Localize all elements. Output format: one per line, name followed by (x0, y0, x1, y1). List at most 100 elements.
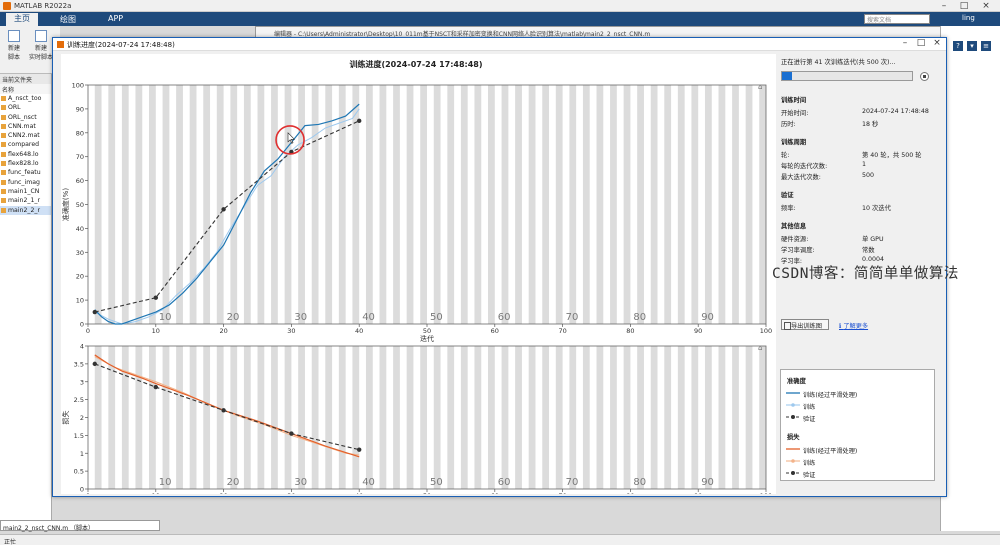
epoch-stripe (108, 85, 116, 324)
validation-line (94, 363, 360, 451)
x-tick-label: 20 (219, 327, 227, 335)
help-icon[interactable]: ? (953, 41, 963, 51)
epoch-stripe (555, 346, 563, 489)
epoch-stripe (664, 85, 672, 324)
new-script-button[interactable]: 新建 脚本 (1, 28, 27, 61)
epoch-stripe (474, 346, 482, 489)
new-live-script-label: 新建 实时脚本 (28, 45, 53, 61)
epoch-stripe (135, 346, 143, 489)
tab-plots[interactable]: 绘图 (52, 14, 84, 25)
epoch-stripe (488, 346, 495, 489)
user-name[interactable]: ling (962, 14, 975, 22)
epoch-label: 40 (362, 477, 375, 488)
y-tick-label: 4 (80, 343, 84, 351)
file-name: flex828.lo (8, 160, 39, 168)
file-name: func_imag (8, 178, 40, 186)
epoch-stripe (271, 85, 278, 324)
progress-text: 正在进行第 41 次训练迭代(共 500 次)... (781, 59, 896, 66)
epoch-stripe (379, 85, 387, 324)
window-close-icon[interactable]: × (930, 38, 944, 48)
epoch-stripe (420, 85, 427, 324)
x-tick-label: 70 (558, 327, 566, 335)
x-tick-label: 50 (423, 327, 431, 335)
new-live-script-button[interactable]: 新建 实时脚本 (28, 28, 54, 61)
file-list-item[interactable]: func_imag (0, 178, 51, 187)
elapsed-label: 历时: (781, 121, 796, 128)
start-time-label: 开始时间: (781, 110, 809, 117)
epoch-stripe (257, 346, 265, 489)
file-list-item[interactable]: flex648.lo (0, 150, 51, 159)
x-tick-label: 0 (86, 327, 90, 335)
iter-per-epoch-label: 每轮的迭代次数: (781, 163, 828, 170)
file-list-item[interactable]: compared (0, 140, 51, 149)
tab-apps[interactable]: APP (100, 14, 131, 23)
search-docs-input[interactable]: 搜索文档 (864, 14, 930, 24)
new-script-icon (8, 30, 20, 42)
epoch-value: 第 40 轮，共 500 轮 (862, 152, 922, 159)
epoch-stripe (610, 346, 617, 489)
epoch-stripe (542, 346, 550, 489)
expand-icon[interactable]: ▾ (967, 41, 977, 51)
lr-schedule-label: 学习率调度: (781, 247, 815, 254)
file-list-item[interactable]: main2_2_r (0, 205, 51, 215)
y-tick-label: 70 (76, 153, 84, 161)
file-list-item[interactable]: CNN2.mat (0, 131, 51, 140)
epoch-stripe (488, 85, 495, 324)
epoch-stripe (528, 346, 536, 489)
window-maximize-icon[interactable]: □ (914, 38, 928, 48)
toolstrip: 新建 脚本 新建 实时脚本 (0, 26, 60, 74)
max-iter-label: 最大迭代次数: (781, 174, 821, 181)
x-tick-label: 40 (355, 492, 363, 494)
tab-home[interactable]: 主页 (6, 13, 38, 26)
epoch-stripe (162, 346, 170, 489)
file-name: main2_1_r (8, 197, 41, 205)
epoch-stripe (569, 85, 577, 324)
epoch-stripe (596, 85, 604, 324)
file-list-item[interactable]: ORL (0, 103, 51, 112)
epoch-stripe (257, 85, 265, 324)
epoch-stripe (406, 346, 414, 489)
file-list-item[interactable]: ORL_nsct (0, 113, 51, 122)
training-charts-area: 训练进度(2024-07-24 17:48:48) 0 10 20 30 40 50 60 70… (61, 54, 776, 494)
hardware-value: 单 GPU (862, 236, 884, 243)
epoch-label: 90 (701, 477, 714, 488)
epoch-label: 20 (227, 312, 240, 323)
epoch-stripe (149, 346, 156, 489)
y-axis-label: 损失 (61, 411, 70, 425)
export-plot-button[interactable]: 导出训练图 (781, 319, 829, 330)
time-header: 训练时间 (781, 97, 807, 104)
file-list-item[interactable]: CNN.mat (0, 122, 51, 131)
y-tick-label: 20 (76, 273, 84, 281)
file-name: func_featu (8, 169, 41, 177)
epoch-stripe (216, 85, 224, 324)
y-tick-label: 1 (80, 450, 84, 458)
file-list-item[interactable]: main1_CN (0, 187, 51, 196)
stop-training-button[interactable] (920, 72, 929, 81)
file-list-item[interactable]: A_nsct_too (0, 94, 51, 103)
maximize-icon[interactable]: □ (956, 1, 972, 11)
window-minimize-icon[interactable]: – (898, 38, 912, 48)
close-icon[interactable]: × (978, 1, 994, 11)
x-tick-label: 10 (152, 492, 160, 494)
learn-more-link[interactable]: 了解更多 (839, 321, 868, 330)
epoch-stripe (379, 346, 387, 489)
file-name: A_nsct_too (8, 95, 42, 102)
training-progress-bar (781, 71, 913, 81)
epoch-stripe (501, 85, 509, 324)
name-column-header[interactable]: 名称 (0, 84, 51, 94)
training-plots: 训练进度(2024-07-24 17:48:48)010203040506070… (61, 59, 772, 494)
epoch-stripe (298, 346, 305, 489)
settings-icon[interactable]: ≡ (981, 41, 991, 51)
file-list-item[interactable]: main2_1_r (0, 196, 51, 205)
train-smoothed-line (94, 103, 360, 325)
file-name: CNN.mat (8, 122, 36, 130)
file-list-item[interactable]: func_featu (0, 168, 51, 177)
minimize-icon[interactable]: – (936, 1, 952, 11)
epoch-stripe (718, 85, 726, 324)
epoch-stripe (664, 346, 672, 489)
file-list-item[interactable]: flex828.lo (0, 159, 51, 168)
epoch-stripe (189, 346, 197, 489)
editor-file-tab[interactable]: main2_2_nsct_CNN.m （脚本） (0, 520, 160, 532)
file-list: A_nsct_too ORL ORL_nsct CNN.mat CNN2.mat comp… (0, 94, 51, 215)
x-tick-label: 20 (219, 492, 227, 494)
